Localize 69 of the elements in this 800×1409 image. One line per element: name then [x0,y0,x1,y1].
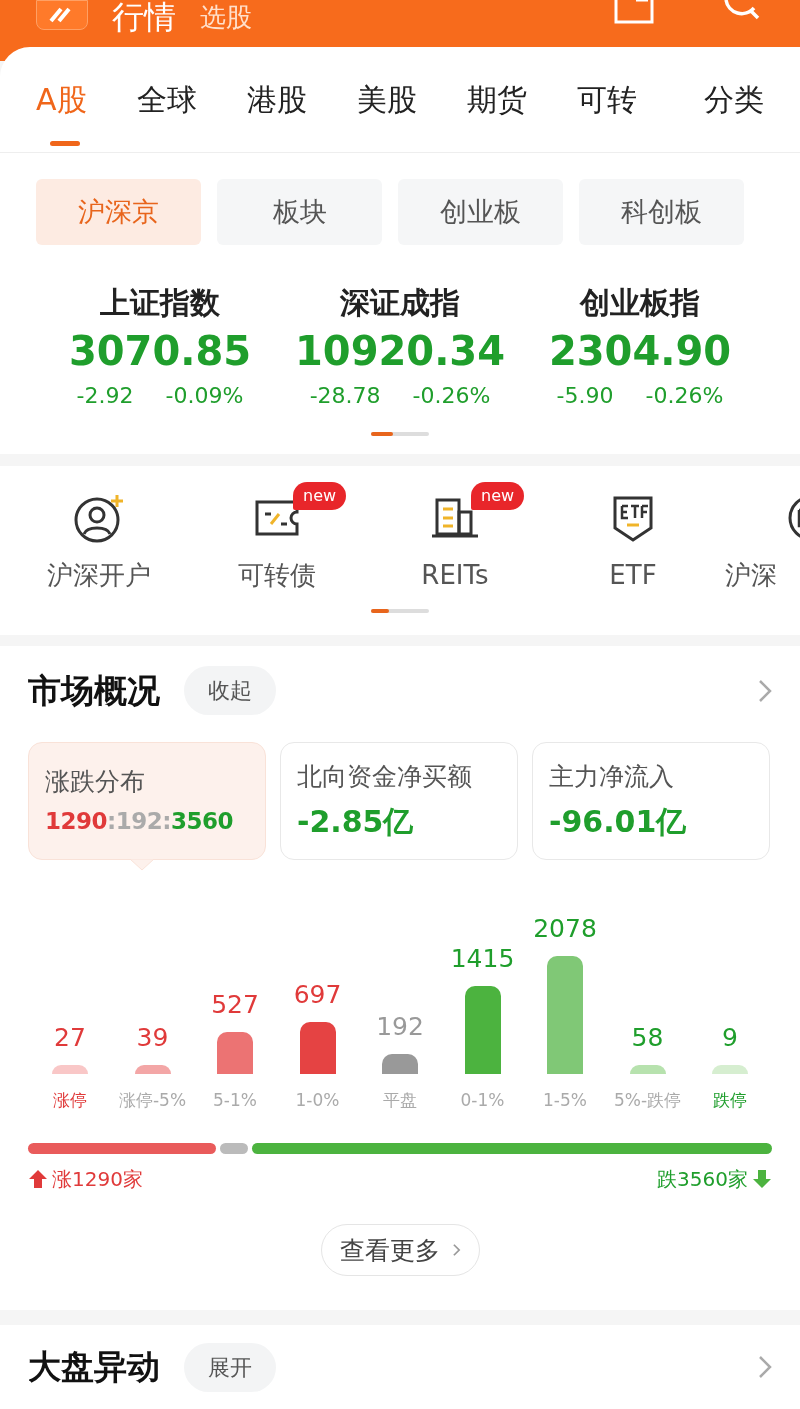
index-change: -28.78 [309,382,381,411]
bar-label: 5-1% [213,1088,257,1112]
chevron-right-icon[interactable] [758,678,772,703]
chevron-right-icon[interactable] [758,1355,772,1380]
shortcut-item[interactable]: 沪深开户 [10,481,188,595]
index-name: 创业板指 [580,284,700,323]
shortcut-item[interactable]: new REITs [366,481,544,595]
share-icon[interactable] [612,0,656,26]
index-name: 上证指数 [100,284,220,323]
bar-value: 527 [211,989,259,1022]
chevron-right-icon [451,1243,461,1258]
index-value: 2304.90 [548,327,732,377]
market-tab[interactable]: 港股 [246,47,307,153]
index-card[interactable]: 创业板指 2304.90 -5.90 -0.26% [520,283,760,413]
bar-label: 涨停 [53,1088,87,1112]
new-badge: new [471,481,525,510]
bar-value: 27 [54,1022,86,1055]
overview-card[interactable]: 北向资金净买额 -2.85亿 [280,741,518,860]
bar-label: 1-0% [295,1088,340,1112]
page-title: 行情 [112,0,176,34]
index-percent: -0.26% [645,382,724,411]
index-card[interactable]: 深证成指 10920.34 -28.78 -0.26% [280,283,520,413]
bar-value: 58 [631,1022,664,1055]
index-name: 深证成指 [340,284,460,323]
expand-button[interactable]: 展开 [184,1342,276,1392]
index-change: -2.92 [76,382,134,411]
bar-label: 5%-跌停 [613,1088,682,1112]
index-value: 10920.34 [295,327,505,377]
overview-card[interactable]: 涨跌分布 1290:192:3560 [28,741,266,860]
market-tab[interactable]: 美股 [356,47,417,153]
shortcut-item[interactable]: new 可转债 [188,481,366,595]
market-tab[interactable]: 期货 [466,47,527,153]
market-tab[interactable]: 全球 [136,47,197,153]
collapse-button[interactable]: 收起 [184,666,276,716]
sub-tab[interactable]: 创业板 [398,179,563,246]
up-total: 涨1290家 [52,1166,143,1194]
bar-value: 697 [293,979,342,1012]
page-indicator [371,432,429,437]
bar-value: 9 [722,1022,738,1055]
down-total: 跌3560家 [657,1166,748,1194]
section-title: 市场概况 [28,670,160,713]
index-value: 3070.85 [68,327,252,377]
shortcut-item[interactable]: 沪深 [725,481,800,595]
bar-value: 39 [136,1022,169,1055]
bar-label: 0-1% [460,1088,505,1112]
card-pointer [130,858,154,871]
bar-label: 涨停-5% [118,1088,187,1112]
sub-tab[interactable]: 板块 [217,179,382,246]
arrow-up-icon [28,1169,48,1190]
bar-label: 跌停 [713,1088,747,1112]
bar-value: 1415 [450,943,515,976]
index-change: -5.90 [556,382,614,411]
bar-value: 192 [376,1011,424,1044]
bar-label: 1-5% [543,1088,587,1112]
ratio-segment [220,1143,249,1155]
page-indicator [371,608,429,613]
section-title: 大盘异动 [28,1346,160,1389]
bar-value: 2078 [533,913,597,946]
index-card[interactable]: 上证指数 3070.85 -2.92 -0.09% [40,283,280,413]
overview-card[interactable]: 主力净流入 -96.01亿 [532,741,770,860]
bar-label: 平盘 [383,1088,417,1112]
index-percent: -0.09% [165,382,244,411]
shortcut-item[interactable]: ETF [544,481,722,595]
new-badge: new [293,481,347,510]
app-logo-icon [36,0,88,30]
arrow-down-icon [752,1169,772,1190]
index-percent: -0.26% [412,382,491,411]
sub-tab[interactable]: 科创板 [579,179,744,246]
market-tab[interactable]: 可转 [576,47,637,153]
